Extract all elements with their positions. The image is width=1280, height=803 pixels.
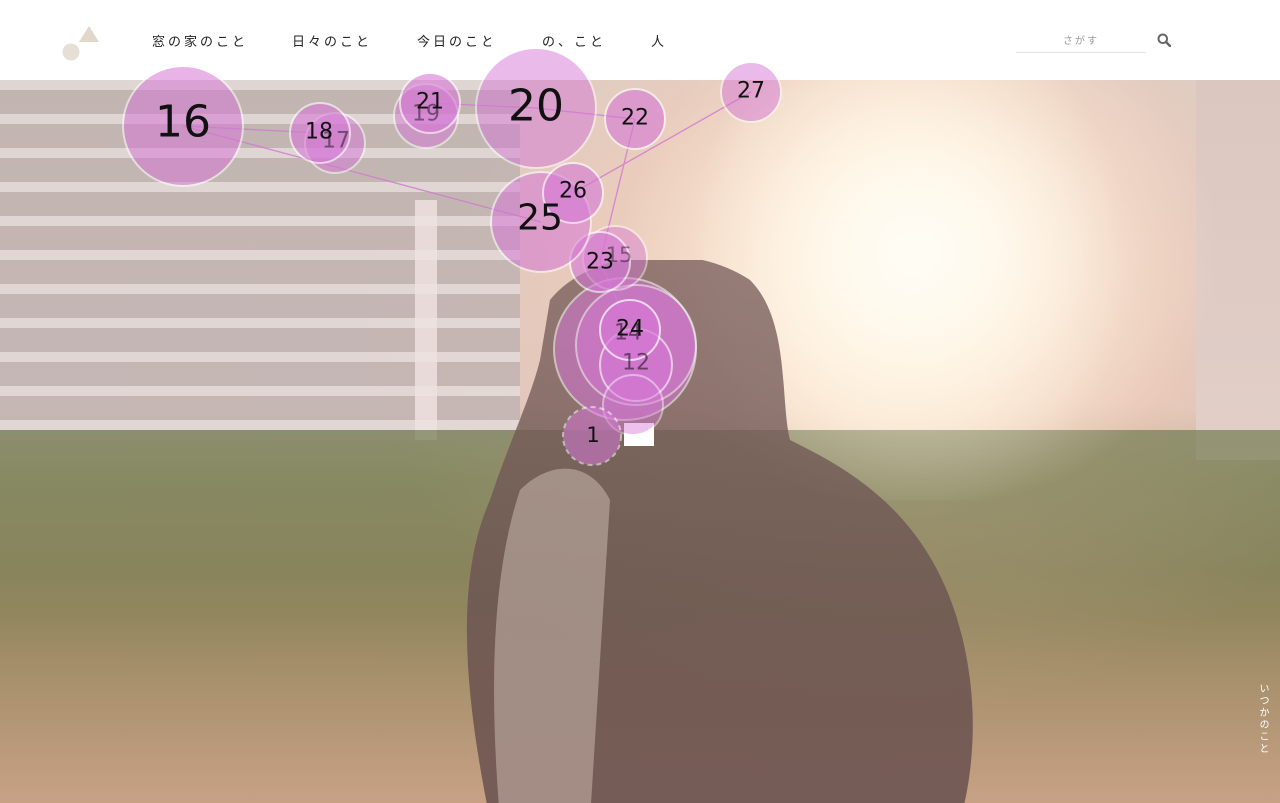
- nav-item-today[interactable]: 今日のこと: [417, 31, 497, 50]
- hero-caption: いつかのこと: [1257, 683, 1268, 755]
- nav-overlap-mask: [491, 26, 537, 52]
- logo-icon[interactable]: [62, 26, 100, 62]
- site-header: 窓の家のこと 日々のこと 今日のこと の、こと 人: [0, 0, 1280, 80]
- nav-item-window-house[interactable]: 窓の家のこと: [152, 31, 248, 50]
- search-icon[interactable]: [1157, 33, 1171, 47]
- hero-image: いつかのこと: [0, 80, 1280, 803]
- person-silhouette: [466, 260, 973, 803]
- nav-item-daily[interactable]: 日々のこと: [292, 31, 372, 50]
- search-input[interactable]: [1016, 30, 1146, 53]
- nav-item-people[interactable]: 人: [651, 31, 667, 50]
- nav-item-things[interactable]: の、こと: [542, 31, 606, 50]
